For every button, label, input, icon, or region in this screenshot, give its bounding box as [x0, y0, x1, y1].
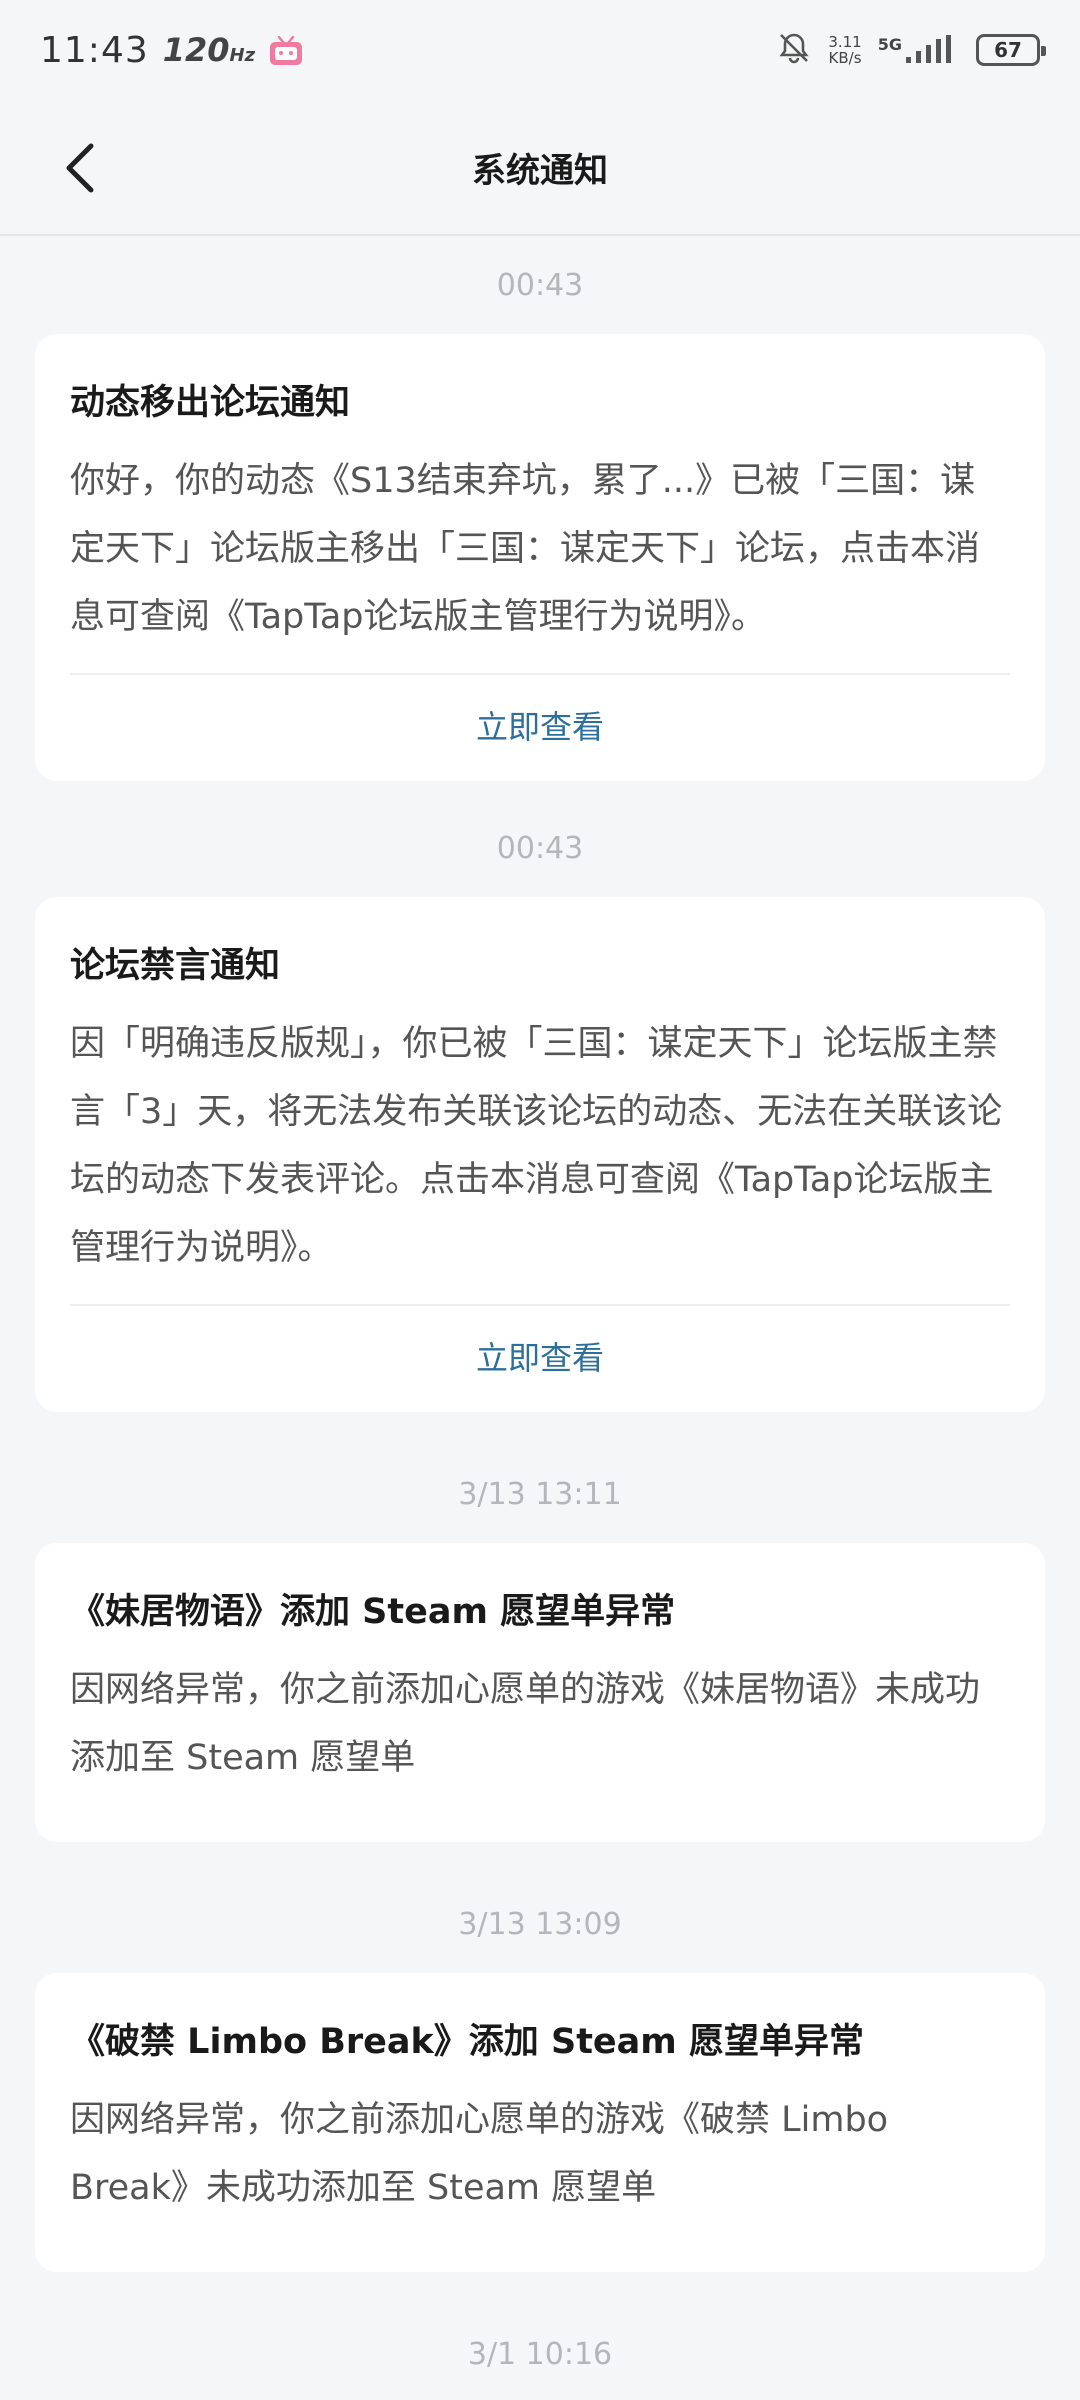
nav-header: 系统通知 — [0, 100, 1080, 236]
timestamp: 3/1 10:16 — [467, 2337, 613, 2372]
notification-body: 因网络异常，你之前添加心愿单的游戏《妹居物语》未成功添加至 Steam 愿望单 — [70, 1670, 981, 1778]
network-speed-value: 3.11 — [828, 33, 862, 51]
notification-card[interactable]: 《破禁 Limbo Break》添加 Steam 愿望单异常 因网络异常，你之前… — [35, 1973, 1045, 2272]
notification-body: 你好，你的动态《S13结束弃坑，累了...》已被「三国：谋定天下」论坛版主移出「… — [70, 461, 981, 637]
cellular-signal: 5G — [878, 35, 960, 65]
notification-feed[interactable]: 00:43 动态移出论坛通知 你好，你的动态《S13结束弃坑，累了...》已被「… — [0, 238, 1080, 2400]
bell-muted-icon — [776, 30, 812, 70]
back-button[interactable] — [50, 134, 110, 202]
notification-body: 因网络异常，你之前添加心愿单的游戏《破禁 Limbo Break》未成功添加至 … — [70, 2100, 889, 2208]
refresh-rate-indicator: 120Hz — [163, 31, 255, 69]
notification-title: 《破禁 Limbo Break》添加 Steam 愿望单异常 — [70, 2022, 864, 2062]
timestamp: 00:43 — [496, 268, 584, 303]
timestamp: 3/13 13:11 — [458, 1477, 622, 1512]
bilibili-tv-icon — [269, 35, 303, 65]
battery-level: 67 — [994, 38, 1022, 62]
notification-card[interactable]: 《妹居物语》添加 Steam 愿望单异常 因网络异常，你之前添加心愿单的游戏《妹… — [35, 1543, 1045, 1842]
notification-title: 《妹居物语》添加 Steam 愿望单异常 — [70, 1592, 676, 1632]
network-speed-unit: KB/s — [828, 49, 862, 67]
timestamp: 3/13 13:09 — [458, 1907, 622, 1942]
view-now-button[interactable]: 立即查看 — [70, 1306, 1010, 1412]
chevron-left-icon — [66, 143, 94, 193]
network-type: 5G — [877, 35, 902, 54]
page-title: 系统通知 — [472, 150, 608, 191]
battery-icon: 67 — [976, 34, 1046, 66]
status-time: 11:43 — [40, 29, 149, 71]
refresh-rate-unit: Hz — [229, 45, 256, 66]
timestamp: 00:43 — [496, 831, 584, 866]
view-now-button[interactable]: 立即查看 — [70, 675, 1010, 781]
network-speed: 3.11 KB/s — [828, 34, 861, 66]
refresh-rate-value: 120 — [162, 31, 230, 69]
notification-body: 因「明确违反版规」，你已被「三国：谋定天下」论坛版主禁言「3」天，将无法发布关联… — [70, 1024, 1003, 1268]
notification-card[interactable]: 论坛禁言通知 因「明确违反版规」，你已被「三国：谋定天下」论坛版主禁言「3」天，… — [35, 897, 1045, 1412]
notification-title: 动态移出论坛通知 — [70, 383, 351, 423]
status-bar: 11:43 120Hz 3.11 KB/s 5G 67 — [0, 0, 1080, 100]
notification-card[interactable]: 动态移出论坛通知 你好，你的动态《S13结束弃坑，累了...》已被「三国：谋定天… — [35, 334, 1045, 781]
notification-title: 论坛禁言通知 — [70, 946, 281, 986]
status-right: 3.11 KB/s 5G 67 — [776, 30, 1046, 70]
status-left: 11:43 120Hz — [40, 30, 303, 71]
signal-bars-icon — [906, 35, 951, 63]
